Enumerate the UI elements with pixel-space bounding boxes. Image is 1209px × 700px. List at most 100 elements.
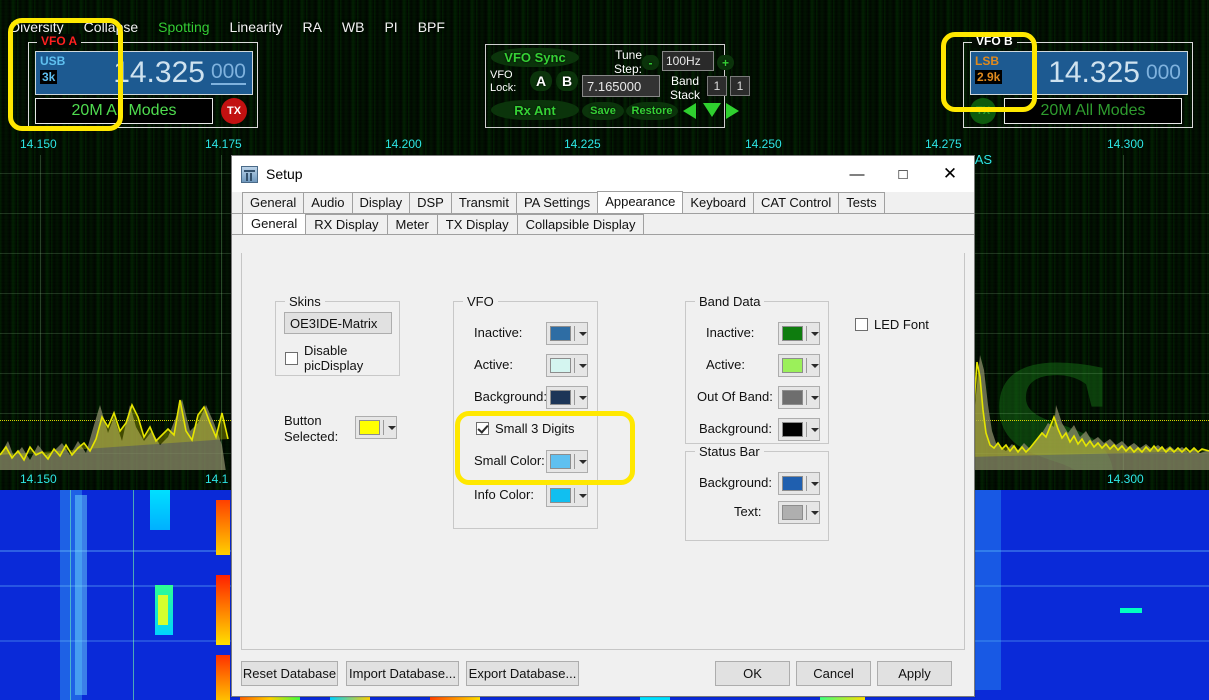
subtab-tx-display[interactable]: TX Display (437, 214, 518, 234)
setup-dialog[interactable]: Setup — □ ✕ General Audio Display DSP Tr… (231, 155, 975, 697)
menu-item-diversity[interactable]: Diversity (0, 19, 74, 35)
vfo-a-freq-small[interactable]: 000 (211, 61, 246, 85)
tune-step-decrement-button[interactable]: - (642, 55, 659, 70)
apply-button[interactable]: Apply (877, 661, 952, 686)
window-controls[interactable]: — □ ✕ (834, 156, 974, 192)
vfo-inactive-label: Inactive: (474, 325, 522, 340)
status-background-swatch (782, 476, 803, 491)
vfo-inactive-color-picker[interactable] (546, 322, 588, 345)
cancel-button[interactable]: Cancel (796, 661, 871, 686)
dialog-title-bar[interactable]: Setup — □ ✕ (232, 156, 974, 192)
tune-step-increment-button[interactable]: + (717, 55, 734, 70)
vfo-a-panel[interactable]: VFO A USB 3k 14.325 000 20M All Modes TX (28, 42, 258, 128)
menu-item-wb[interactable]: WB (332, 19, 375, 35)
vfo-b-freq-main[interactable]: 14.325 (1048, 58, 1140, 88)
chevron-down-icon (579, 332, 587, 336)
scale-tick-bot-0: 14.150 (20, 472, 57, 486)
led-font-checkbox[interactable]: LED Font (855, 317, 929, 332)
minimize-icon[interactable]: — (834, 156, 880, 192)
tab-keyboard[interactable]: Keyboard (682, 192, 754, 213)
maximize-icon[interactable]: □ (880, 156, 926, 192)
vfo-a-freq-main[interactable]: 14.325 (113, 58, 205, 88)
menu-item-ra[interactable]: RA (292, 19, 331, 35)
band-out-of-band-label: Out Of Band: (697, 389, 773, 404)
vfo-lock-b-button[interactable]: B (556, 71, 578, 91)
button-selected-color-picker[interactable] (355, 416, 397, 439)
vfo-b-freq-small[interactable]: 000 (1146, 62, 1181, 84)
menu-item-bpf[interactable]: BPF (408, 19, 455, 35)
small-3-digits-checkbox[interactable]: Small 3 Digits (476, 421, 574, 436)
menu-item-linearity[interactable]: Linearity (220, 19, 293, 35)
disable-picdisplay-checkbox[interactable]: Disable picDisplay (285, 343, 399, 373)
vfo-sync-button[interactable]: VFO Sync (491, 48, 579, 67)
tab-dsp[interactable]: DSP (409, 192, 452, 213)
vfo-b-band-label[interactable]: 20M All Modes (1004, 98, 1182, 124)
reset-database-button[interactable]: Reset Database (241, 661, 338, 686)
subtab-general[interactable]: General (242, 213, 306, 234)
subtab-rx-display[interactable]: RX Display (305, 214, 387, 234)
small-3-digits-label: Small 3 Digits (495, 421, 574, 436)
tab-appearance[interactable]: Appearance (597, 191, 683, 213)
status-background-color-picker[interactable] (778, 472, 820, 495)
ok-button[interactable]: OK (715, 661, 790, 686)
restore-button[interactable]: Restore (626, 102, 678, 120)
vfo-a-tx-button[interactable]: TX (221, 98, 247, 124)
save-button[interactable]: Save (582, 102, 624, 120)
button-selected-swatch (359, 420, 380, 435)
band-inactive-color-picker[interactable] (778, 322, 820, 345)
skins-legend: Skins (285, 294, 325, 309)
tab-pa-settings[interactable]: PA Settings (516, 192, 598, 213)
band-out-of-band-color-picker[interactable] (778, 386, 820, 409)
vfo-a-band-label[interactable]: 20M All Modes (35, 98, 213, 124)
sub-tabstrip[interactable]: General RX Display Meter TX Display Coll… (232, 214, 974, 235)
band-data-legend: Band Data (695, 294, 764, 309)
status-text-color-picker[interactable] (778, 501, 820, 524)
tab-tests[interactable]: Tests (838, 192, 884, 213)
vfo-a-frequency-display[interactable]: USB 3k 14.325 000 (35, 51, 253, 95)
band-next-icon[interactable] (726, 103, 739, 119)
top-menu-bar[interactable]: Diversity Collapse Spotting Linearity RA… (0, 16, 1209, 38)
band-stack-slot-2[interactable]: 1 (730, 76, 750, 96)
tab-audio[interactable]: Audio (303, 192, 352, 213)
vfo-b-digits[interactable]: 14.325 000 (1023, 52, 1187, 94)
dialog-button-row: Reset Database Import Database... Export… (241, 661, 965, 686)
main-tabstrip[interactable]: General Audio Display DSP Transmit PA Se… (232, 192, 974, 214)
vfo-active-color-picker[interactable] (546, 354, 588, 377)
skin-select[interactable]: OE3IDE-Matrix (284, 312, 392, 334)
vfo-info-color-picker[interactable] (546, 484, 588, 507)
scale-tick-bot-2: 14.300 (1107, 472, 1144, 486)
chevron-down-icon (811, 396, 819, 400)
band-previous-icon[interactable] (683, 103, 696, 119)
tab-display[interactable]: Display (352, 192, 411, 213)
menu-item-pi[interactable]: PI (374, 19, 407, 35)
menu-item-collapse[interactable]: Collapse (74, 19, 148, 35)
vfo-small-color-picker[interactable] (546, 450, 588, 473)
band-active-color-picker[interactable] (778, 354, 820, 377)
band-down-icon[interactable] (703, 103, 721, 117)
import-database-button[interactable]: Import Database... (346, 661, 459, 686)
vfo-b-tx-button[interactable]: TX (970, 98, 996, 124)
subtab-meter[interactable]: Meter (387, 214, 438, 234)
band-out-of-band-swatch (782, 390, 803, 405)
tab-transmit[interactable]: Transmit (451, 192, 517, 213)
band-stack-slot-1[interactable]: 1 (707, 76, 727, 96)
vfo-a-digits[interactable]: 14.325 000 (88, 52, 252, 94)
vfo-small-color-label: Small Color: (474, 453, 545, 468)
subtab-collapsible-display[interactable]: Collapsible Display (517, 214, 645, 234)
tab-general[interactable]: General (242, 192, 304, 213)
vfo-background-color-picker[interactable] (546, 386, 588, 409)
vfo-b-panel[interactable]: VFO B LSB 2.9k 14.325 000 TX 20M All Mod… (963, 42, 1193, 128)
band-inactive-label: Inactive: (706, 325, 754, 340)
vfo-b-frequency-display[interactable]: LSB 2.9k 14.325 000 (970, 51, 1188, 95)
vfo-frequency-field[interactable]: 7.165000 (582, 75, 660, 97)
rx-ant-button[interactable]: Rx Ant (491, 100, 579, 120)
vfo-lock-a-button[interactable]: A (530, 71, 552, 91)
tab-cat-control[interactable]: CAT Control (753, 192, 839, 213)
close-icon[interactable]: ✕ (926, 156, 974, 192)
band-background-color-picker[interactable] (778, 418, 820, 441)
tune-step-field[interactable]: 100Hz (662, 51, 714, 71)
export-database-button[interactable]: Export Database... (466, 661, 579, 686)
scale-tick-bot-1: 14.1 (205, 472, 228, 486)
menu-item-spotting[interactable]: Spotting (148, 19, 219, 35)
vfo-a-band-row: 20M All Modes TX (35, 98, 253, 124)
